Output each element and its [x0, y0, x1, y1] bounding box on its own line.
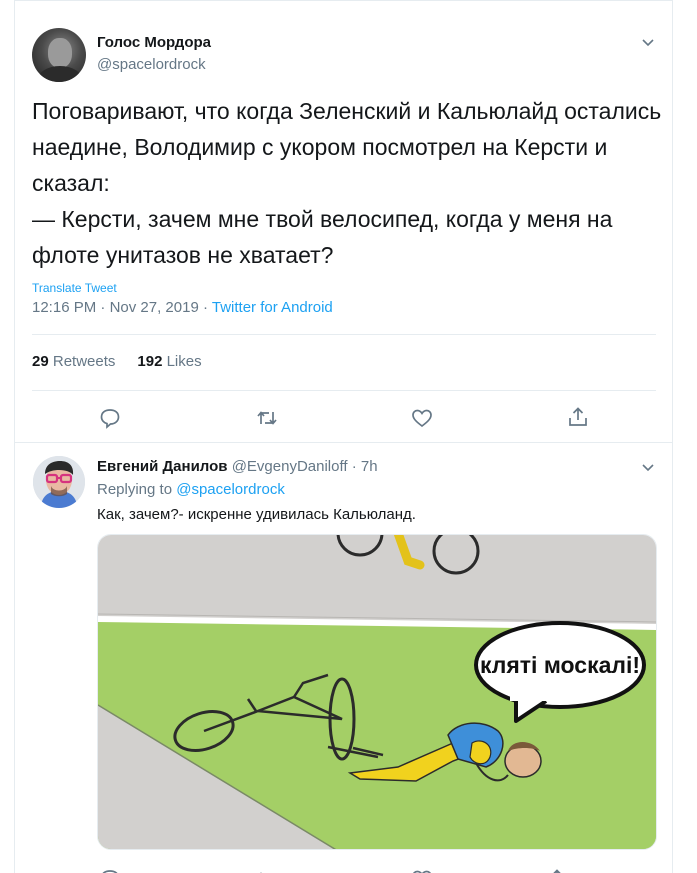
share-icon[interactable]	[545, 867, 569, 873]
reply-age[interactable]: 7h	[361, 458, 378, 475]
like-icon[interactable]	[410, 867, 434, 873]
tweet-stats: 29 Retweets 192 Likes	[32, 353, 202, 370]
tweet-text: Поговаривают, что когда Зеленский и Каль…	[32, 98, 662, 268]
retweet-icon[interactable]	[255, 867, 279, 873]
main-tweet: Голос Мордора @spacelordrock Поговариваю…	[15, 1, 672, 443]
meta-separator: ·	[351, 458, 361, 475]
retweet-icon[interactable]	[255, 406, 279, 430]
reply-tweet: Евгений Данилов @EvgenyDaniloff · 7h Rep…	[15, 444, 672, 873]
likes-label: Likes	[166, 353, 202, 370]
reply-author-line: Евгений Данилов @EvgenyDaniloff · 7h	[97, 458, 378, 475]
chevron-down-icon[interactable]	[641, 35, 655, 49]
chevron-down-icon[interactable]	[641, 460, 655, 474]
like-icon[interactable]	[410, 406, 434, 430]
reply-icon[interactable]	[98, 406, 122, 430]
author-name[interactable]: Голос Мордора	[97, 34, 211, 51]
reply-author-handle[interactable]: @EvgenyDaniloff	[232, 458, 348, 475]
retweets-stat[interactable]: 29 Retweets	[32, 353, 115, 370]
share-icon[interactable]	[566, 405, 590, 429]
meta-separator: ·	[100, 299, 110, 316]
reply-text: Как, зачем?- искренне удивилась Кальюлан…	[97, 506, 416, 523]
author-handle[interactable]: @spacelordrock	[97, 56, 206, 73]
divider	[32, 390, 656, 391]
tweet-time[interactable]: 12:16 PM	[32, 299, 96, 316]
reply-author-avatar[interactable]	[33, 456, 85, 508]
replying-prefix: Replying to	[97, 481, 173, 498]
meta-separator: ·	[202, 299, 212, 316]
tweet-meta: 12:16 PM · Nov 27, 2019 · Twitter for An…	[32, 299, 333, 316]
speech-bubble-text: кляті москалі!	[480, 652, 640, 678]
retweets-count: 29	[32, 353, 49, 370]
timeline-frame: Голос Мордора @spacelordrock Поговариваю…	[14, 0, 673, 873]
author-avatar[interactable]	[32, 28, 86, 82]
likes-stat[interactable]: 192 Likes	[137, 353, 201, 370]
reply-author-name[interactable]: Евгений Данилов	[97, 458, 228, 475]
likes-count: 192	[137, 353, 163, 370]
retweets-label: Retweets	[52, 353, 116, 370]
divider	[32, 334, 656, 335]
reply-media-image[interactable]: кляті москалі!	[97, 534, 657, 850]
replying-to-line: Replying to @spacelordrock	[97, 481, 285, 498]
tweet-date[interactable]: Nov 27, 2019	[110, 299, 199, 316]
reply-icon[interactable]	[98, 867, 122, 873]
tweet-source[interactable]: Twitter for Android	[212, 299, 333, 316]
replying-to-link[interactable]: @spacelordrock	[176, 481, 285, 498]
translate-tweet-link[interactable]: Translate Tweet	[32, 281, 117, 295]
